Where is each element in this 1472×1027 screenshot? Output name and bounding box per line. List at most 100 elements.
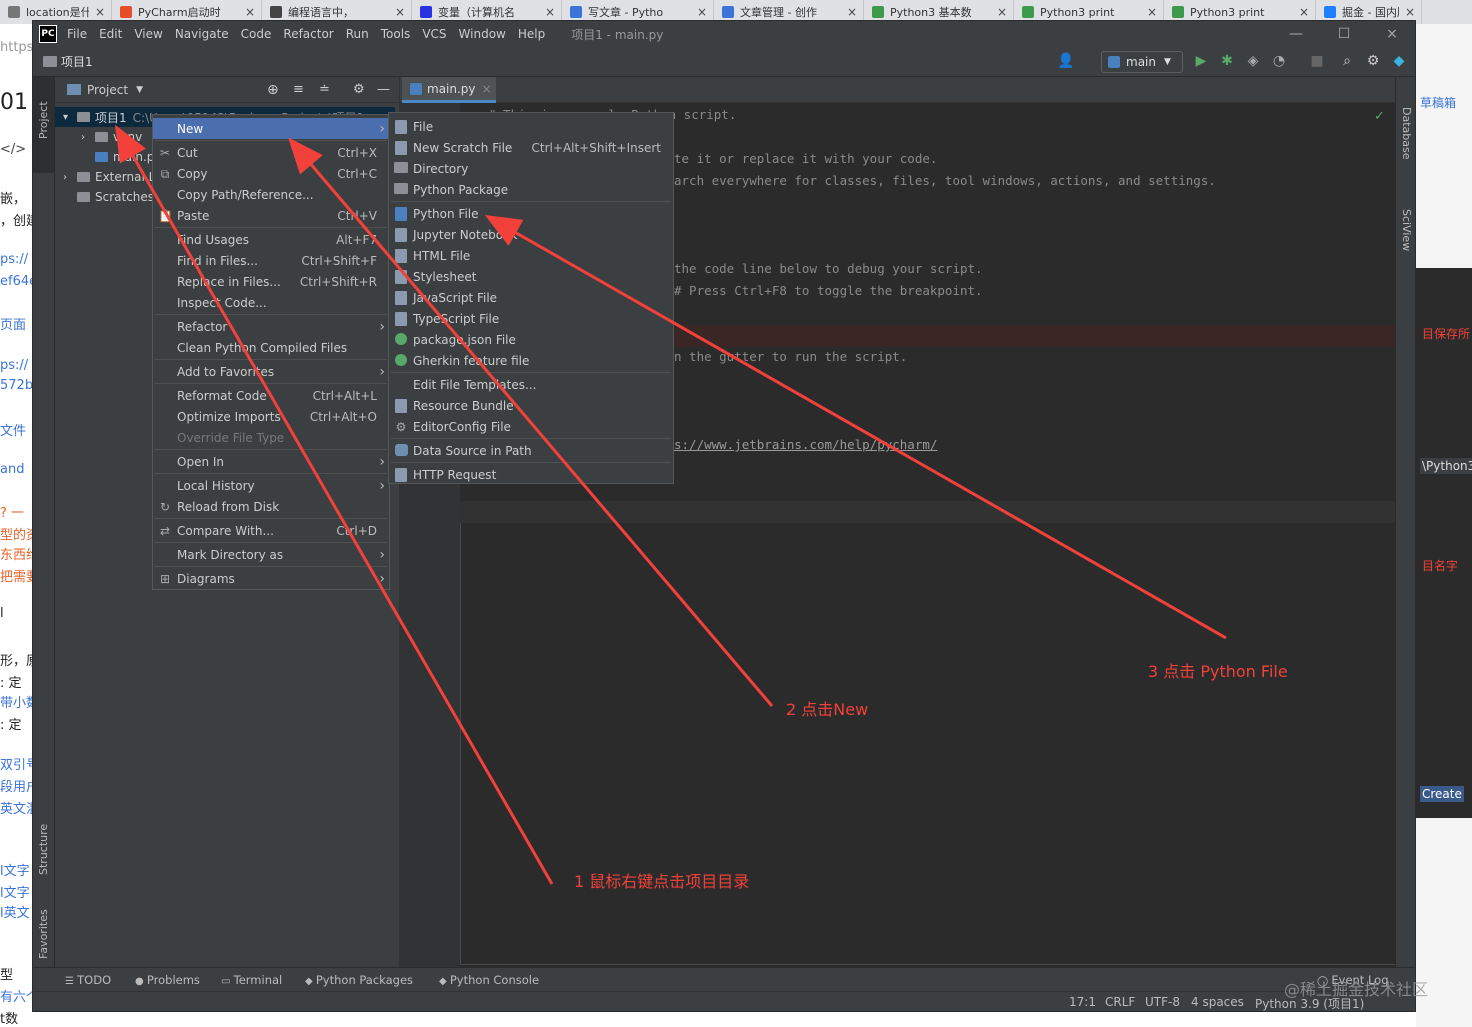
menu-item-new-scratch-file[interactable]: New Scratch File Ctrl+Alt+Shift+Insert <box>389 137 673 158</box>
collapse-all-icon[interactable]: ≐ <box>319 82 330 97</box>
file-encoding[interactable]: UTF-8 <box>1145 995 1180 1009</box>
nav-project-name[interactable]: 项目1 <box>61 53 93 70</box>
menu-item-refactor[interactable]: Refactor › <box>153 316 389 337</box>
tree-item[interactable]: main.py <box>81 147 162 167</box>
menu-refactor[interactable]: Refactor <box>283 27 333 41</box>
menu-help[interactable]: Help <box>518 27 545 41</box>
close-tab-icon[interactable]: × <box>1147 5 1157 19</box>
menu-item-edit-file-templates[interactable]: Edit File Templates... <box>389 374 673 395</box>
menu-item-directory[interactable]: Directory <box>389 158 673 179</box>
menu-item-jupyter-notebook[interactable]: Jupyter Notebook <box>389 224 673 245</box>
run-icon[interactable]: ▶ <box>1193 53 1209 69</box>
menu-item-typescript-file[interactable]: TypeScript File <box>389 308 673 329</box>
code-line[interactable]: # Press Ctrl+F8 to toggle the breakpoint… <box>674 283 983 298</box>
minimize-icon[interactable]: — <box>1273 21 1319 47</box>
menu-view[interactable]: View <box>134 27 162 41</box>
menu-item-cut[interactable]: ✂ Cut Ctrl+X <box>153 142 389 163</box>
menu-item-local-history[interactable]: Local History › <box>153 475 389 496</box>
close-tab-icon[interactable]: × <box>245 5 255 19</box>
close-window-icon[interactable]: × <box>1369 21 1415 47</box>
chevron-down-icon[interactable]: ▾ <box>63 112 77 123</box>
menu-item-python-file[interactable]: Python File <box>389 203 673 224</box>
expand-all-icon[interactable]: ≡ <box>293 82 304 97</box>
caret-position[interactable]: 17:1 <box>1069 995 1096 1009</box>
maximize-icon[interactable]: ☐ <box>1321 21 1367 47</box>
profile-icon[interactable]: ◔ <box>1271 53 1287 69</box>
tool-problems[interactable]: ● Problems <box>135 973 200 987</box>
tool-structure[interactable]: Structure <box>37 824 50 875</box>
stop-icon[interactable]: ■ <box>1309 53 1325 69</box>
menu-item-file[interactable]: File <box>389 116 673 137</box>
hide-icon[interactable]: — <box>377 82 390 97</box>
close-tab-icon[interactable]: × <box>1299 5 1309 19</box>
menu-item-copy-path-reference[interactable]: Copy Path/Reference... <box>153 184 389 205</box>
close-tab-icon[interactable]: × <box>1405 5 1415 19</box>
menu-vcs[interactable]: VCS <box>422 27 446 41</box>
close-tab-icon[interactable]: × <box>545 5 555 19</box>
menu-item-clean-python-compiled-files[interactable]: Clean Python Compiled Files <box>153 337 389 358</box>
chevron-right-icon[interactable]: › <box>63 172 77 183</box>
menu-item-mark-directory-as[interactable]: Mark Directory as › <box>153 544 389 565</box>
menu-item-javascript-file[interactable]: JavaScript File <box>389 287 673 308</box>
tool-python-console[interactable]: ◆ Python Console <box>439 973 539 987</box>
project-panel-title[interactable]: Project <box>87 83 128 97</box>
menu-item-replace-in-files[interactable]: Replace in Files... Ctrl+Shift+R <box>153 271 389 292</box>
menu-item-open-in[interactable]: Open In › <box>153 451 389 472</box>
code-line[interactable]: s://www.jetbrains.com/help/pycharm/ <box>674 437 937 452</box>
line-separator[interactable]: CRLF <box>1105 995 1135 1009</box>
gear-icon[interactable]: ⚙ <box>353 82 365 97</box>
menu-item-find-in-files[interactable]: Find in Files... Ctrl+Shift+F <box>153 250 389 271</box>
menu-item-data-source-in-path[interactable]: Data Source in Path <box>389 440 673 461</box>
menu-code[interactable]: Code <box>241 27 272 41</box>
menu-item-copy[interactable]: ⧉ Copy Ctrl+C <box>153 163 389 184</box>
locate-icon[interactable]: ⊕ <box>267 82 279 98</box>
close-tab-icon[interactable]: × <box>847 5 857 19</box>
tool-todo[interactable]: ☰ TODO <box>65 973 111 987</box>
settings-gear-icon[interactable]: ⚙ <box>1365 53 1381 69</box>
search-icon[interactable]: ⌕ <box>1339 53 1355 69</box>
inspection-ok-icon[interactable]: ✓ <box>1374 109 1385 124</box>
close-tab-icon[interactable]: × <box>482 82 492 96</box>
tool-python-packages[interactable]: ◆ Python Packages <box>305 973 413 987</box>
close-tab-icon[interactable]: × <box>997 5 1007 19</box>
code-line[interactable]: te it or replace it with your code. <box>674 151 937 166</box>
menu-item-gherkin-feature-file[interactable]: Gherkin feature file <box>389 350 673 371</box>
tool-project[interactable]: Project <box>37 101 50 139</box>
menu-item-http-request[interactable]: HTTP Request <box>389 464 673 485</box>
menu-file[interactable]: File <box>67 27 87 41</box>
menu-edit[interactable]: Edit <box>99 27 122 41</box>
tool-sciview[interactable]: SciView <box>1400 209 1413 251</box>
menu-item-add-to-favorites[interactable]: Add to Favorites › <box>153 361 389 382</box>
tool-database[interactable]: Database <box>1400 107 1413 160</box>
menu-item-html-file[interactable]: HTML File <box>389 245 673 266</box>
debug-icon[interactable]: ✱ <box>1219 53 1235 69</box>
menu-item-compare-with[interactable]: ⇄ Compare With... Ctrl+D <box>153 520 389 541</box>
menu-item-stylesheet[interactable]: Stylesheet <box>389 266 673 287</box>
menu-item-python-package[interactable]: Python Package <box>389 179 673 200</box>
menu-item-diagrams[interactable]: ⊞ Diagrams › <box>153 568 389 589</box>
menu-item-editorconfig-file[interactable]: ⚙ EditorConfig File <box>389 416 673 437</box>
menu-item-new[interactable]: New › <box>153 118 389 139</box>
menu-item-reformat-code[interactable]: Reformat Code Ctrl+Alt+L <box>153 385 389 406</box>
menu-item-reload-from-disk[interactable]: ↻ Reload from Disk <box>153 496 389 517</box>
menu-navigate[interactable]: Navigate <box>175 27 229 41</box>
menu-item-paste[interactable]: 📋 Paste Ctrl+V <box>153 205 389 226</box>
code-line[interactable]: arch everywhere for classes, files, tool… <box>674 173 1216 188</box>
menu-item-inspect-code[interactable]: Inspect Code... <box>153 292 389 313</box>
code-line[interactable]: n the gutter to run the script. <box>674 349 907 364</box>
coverage-icon[interactable]: ◈ <box>1245 53 1261 69</box>
user-icon[interactable]: 👤 <box>1057 53 1074 69</box>
close-tab-icon[interactable]: × <box>95 5 105 19</box>
menu-item-package-json-file[interactable]: package.json File <box>389 329 673 350</box>
chevron-right-icon[interactable]: › <box>81 132 95 143</box>
code-line[interactable]: the code line below to debug your script… <box>674 261 983 276</box>
run-config-selector[interactable]: main ▼ <box>1101 51 1183 73</box>
menu-item-resource-bundle[interactable]: Resource Bundle <box>389 395 673 416</box>
close-tab-icon[interactable]: × <box>395 5 405 19</box>
tab-main-py[interactable]: main.py × <box>402 77 496 103</box>
menu-run[interactable]: Run <box>346 27 369 41</box>
close-tab-icon[interactable]: × <box>697 5 707 19</box>
menu-item-find-usages[interactable]: Find Usages Alt+F7 <box>153 229 389 250</box>
editor-document-area[interactable] <box>460 523 1396 965</box>
tree-item[interactable]: › venv <box>81 127 142 147</box>
